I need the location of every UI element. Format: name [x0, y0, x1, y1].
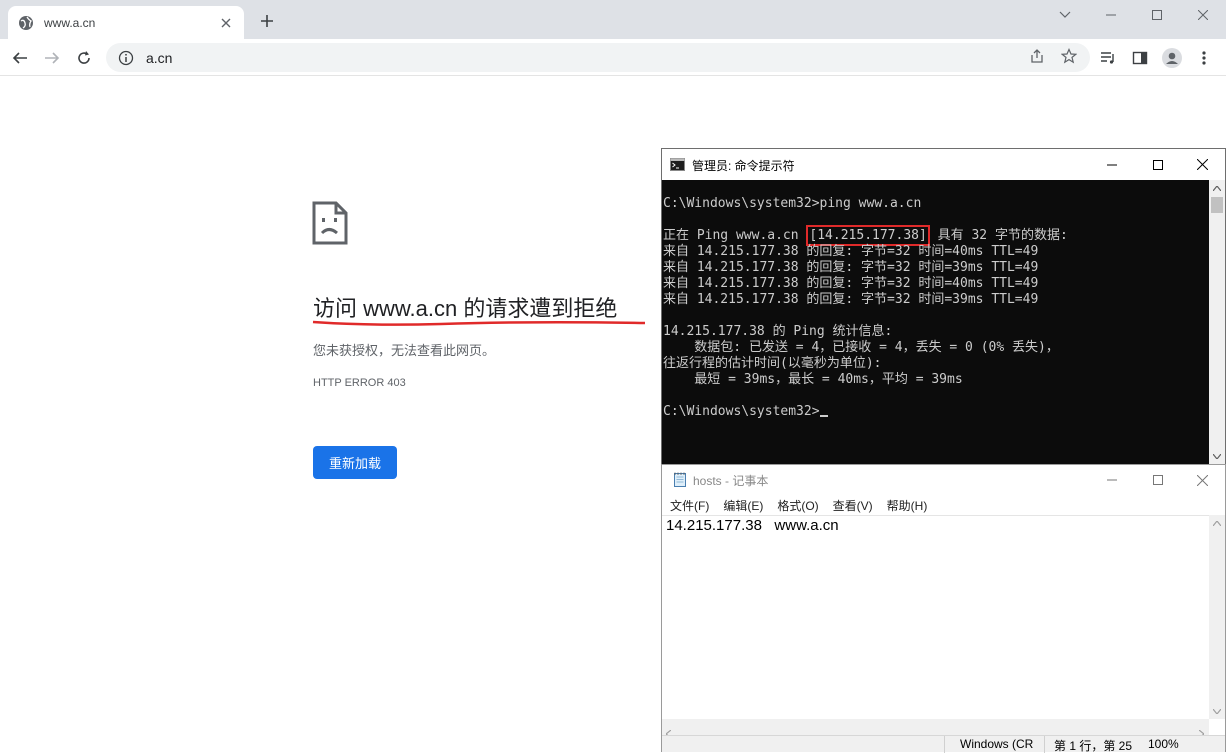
error-subtitle: 您未获授权，无法查看此网页。	[313, 343, 496, 358]
maximize-icon[interactable]	[1134, 0, 1180, 30]
cmd-maximize-icon[interactable]	[1135, 149, 1181, 180]
cmd-blank-line	[663, 212, 1209, 228]
cmd-close-icon[interactable]	[1179, 149, 1225, 180]
minimize-icon[interactable]	[1088, 0, 1134, 30]
cmd-blank-line	[663, 388, 1209, 404]
tab-close-icon[interactable]	[218, 15, 234, 31]
status-position: 第 1 行，第 25	[1054, 739, 1133, 753]
status-zoom: 100%	[1148, 737, 1179, 751]
notepad-text-area[interactable]: 14.215.177.38 www.a.cn	[662, 515, 1209, 719]
error-code: HTTP ERROR 403	[313, 377, 406, 389]
status-encoding: Windows (CR	[960, 737, 1034, 751]
cmd-blank-line	[663, 308, 1209, 324]
scroll-down-icon[interactable]	[1209, 448, 1225, 464]
menu-kebab-icon[interactable]	[1194, 48, 1214, 68]
notepad-vertical-scrollbar[interactable]	[1209, 515, 1225, 719]
ip-highlight-box: [14.215.177.38]	[806, 225, 930, 246]
cmd-text: 正在 Ping www.a.cn	[663, 228, 807, 243]
bookmark-star-icon[interactable]	[1059, 46, 1079, 66]
scroll-thumb[interactable]	[1211, 197, 1223, 213]
cmd-prompt-line: C:\Windows\system32>	[663, 404, 1209, 420]
notepad-titlebar[interactable]: hosts - 记事本	[662, 465, 1225, 495]
notepad-maximize-icon[interactable]	[1135, 465, 1181, 495]
scroll-up-icon[interactable]	[1209, 180, 1225, 196]
browser-tab[interactable]: www.a.cn	[8, 6, 244, 39]
menu-edit[interactable]: 编辑(E)	[716, 495, 770, 515]
scroll-up-icon[interactable]	[1209, 515, 1225, 531]
address-bar[interactable]: a.cn	[106, 43, 1090, 72]
notepad-window: hosts - 记事本 文件(F) 编辑(E) 格式(O) 查看(V) 帮助(H…	[661, 464, 1226, 753]
status-divider	[1044, 736, 1045, 753]
share-icon[interactable]	[1027, 46, 1047, 66]
hosts-entry: 14.215.177.38 www.a.cn	[666, 517, 839, 534]
cmd-minimize-icon[interactable]	[1089, 149, 1135, 180]
cmd-line: 来自 14.215.177.38 的回复: 字节=32 时间=39ms TTL=…	[663, 260, 1039, 275]
cmd-title: 管理员: 命令提示符	[692, 159, 795, 173]
notepad-menubar: 文件(F) 编辑(E) 格式(O) 查看(V) 帮助(H)	[662, 495, 1225, 515]
cmd-line: 正在 Ping www.a.cn [14.215.177.38] 具有 32 字…	[663, 225, 1209, 246]
status-divider	[944, 736, 945, 753]
text-cursor	[819, 415, 828, 417]
notepad-horizontal-scrollbar[interactable]	[662, 719, 1209, 739]
reload-button[interactable]: 重新加载	[313, 446, 397, 479]
browser-toolbar: a.cn	[0, 39, 1226, 76]
cmd-line: 来自 14.215.177.38 的回复: 字节=32 时间=40ms TTL=…	[663, 244, 1039, 259]
cmd-text: 具有 32 字节的数据:	[929, 228, 1068, 243]
reload-icon[interactable]	[73, 47, 95, 69]
side-panel-icon[interactable]	[1130, 48, 1150, 68]
url-text: a.cn	[146, 49, 173, 66]
info-icon[interactable]	[118, 50, 134, 66]
menu-format[interactable]: 格式(O)	[770, 495, 825, 515]
profile-avatar-icon[interactable]	[1162, 48, 1182, 68]
menu-file[interactable]: 文件(F)	[663, 495, 716, 515]
tab-search-icon[interactable]	[1042, 0, 1088, 30]
cmd-titlebar[interactable]: 管理员: 命令提示符	[662, 149, 1225, 180]
new-tab-icon[interactable]	[257, 11, 277, 31]
cmd-scrollbar[interactable]	[1209, 180, 1225, 464]
notepad-title: hosts - 记事本	[693, 474, 769, 488]
notepad-statusbar: Windows (CR 第 1 行，第 25 100%	[662, 735, 1225, 753]
globe-icon	[18, 15, 34, 31]
sad-page-icon	[312, 201, 348, 245]
back-icon[interactable]	[9, 47, 31, 69]
notepad-app-icon	[674, 472, 686, 487]
cmd-line: 最短 = 39ms，最长 = 40ms，平均 = 39ms	[663, 372, 963, 387]
cmd-line: 来自 14.215.177.38 的回复: 字节=32 时间=39ms TTL=…	[663, 292, 1039, 307]
cmd-window: 管理员: 命令提示符 C:\Windows\system32>ping www.…	[661, 148, 1226, 464]
menu-help[interactable]: 帮助(H)	[880, 495, 935, 515]
cmd-line: 来自 14.215.177.38 的回复: 字节=32 时间=40ms TTL=…	[663, 276, 1039, 291]
cmd-console[interactable]: C:\Windows\system32>ping www.a.cn 正在 Pin…	[662, 180, 1209, 464]
scroll-down-icon[interactable]	[1209, 703, 1225, 719]
cmd-line: 数据包: 已发送 = 4，已接收 = 4，丢失 = 0 (0% 丢失)，	[663, 340, 1059, 355]
notepad-close-icon[interactable]	[1179, 465, 1225, 495]
cmd-line: 往返行程的估计时间(以毫秒为单位):	[663, 356, 882, 371]
menu-view[interactable]: 查看(V)	[826, 495, 880, 515]
cmd-prompt: C:\Windows\system32>	[663, 404, 820, 419]
cmd-line: 14.215.177.38 的 Ping 统计信息:	[663, 324, 893, 339]
forward-icon[interactable]	[41, 47, 63, 69]
close-icon[interactable]	[1180, 0, 1226, 30]
tab-title: www.a.cn	[44, 15, 96, 30]
notepad-minimize-icon[interactable]	[1089, 465, 1135, 495]
cmd-line: C:\Windows\system32>ping www.a.cn	[663, 196, 922, 211]
browser-titlebar: www.a.cn	[0, 0, 1226, 39]
red-underline-annotation	[312, 320, 646, 326]
media-controls-icon[interactable]	[1098, 48, 1118, 68]
cmd-app-icon	[670, 158, 685, 171]
